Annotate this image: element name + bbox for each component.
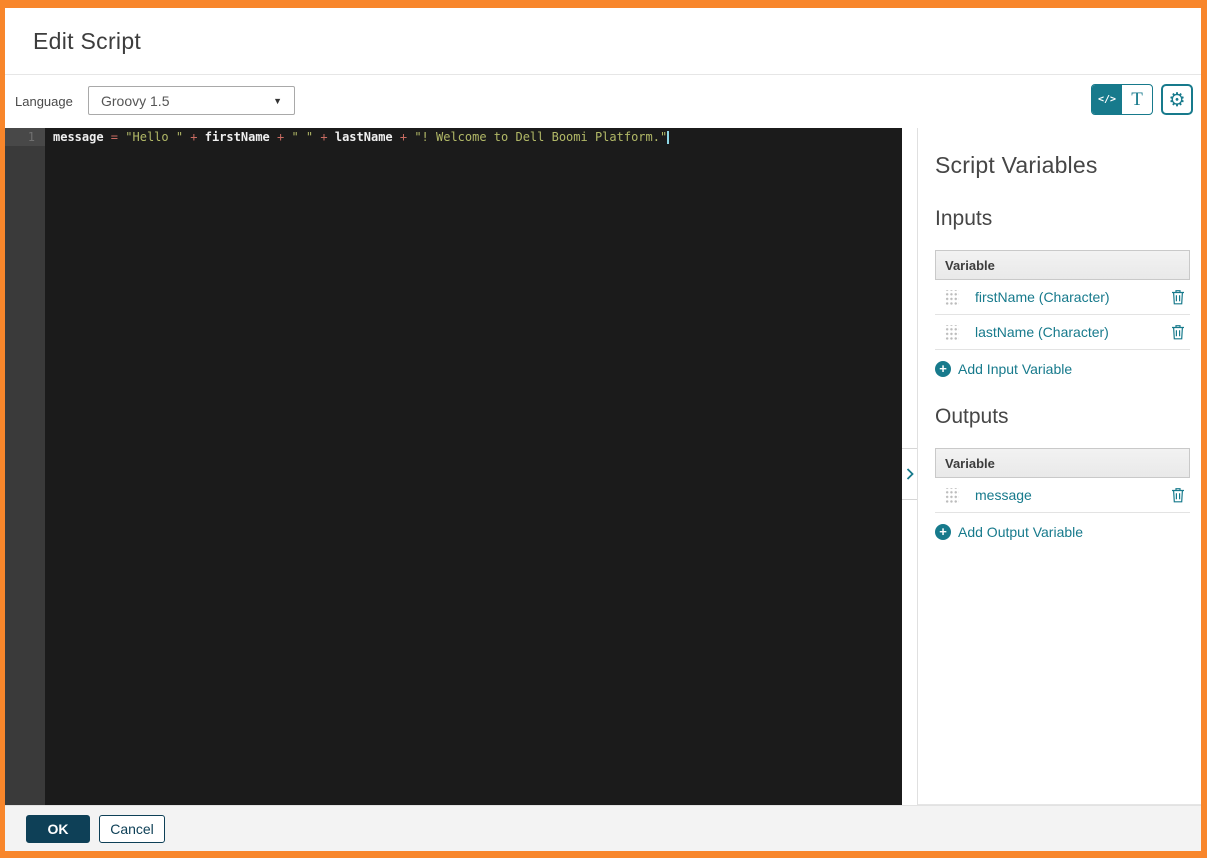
outputs-table: Variable message	[935, 448, 1190, 513]
panel-title: Script Variables	[935, 152, 1098, 178]
editor-gutter: 1	[5, 128, 45, 805]
language-label: Language	[15, 94, 73, 109]
plus-icon: +	[935, 524, 951, 540]
delete-variable-button[interactable]	[1171, 289, 1185, 305]
code-token: "Hello "	[125, 130, 184, 144]
variable-link[interactable]: message	[975, 487, 1032, 503]
code-icon: </>	[1097, 94, 1117, 105]
variable-link[interactable]: firstName (Character)	[975, 289, 1110, 305]
panel-collapse-handle[interactable]	[902, 448, 917, 500]
toolbar: Language Groovy 1.5 ▼ </> T ⚙	[5, 75, 1201, 128]
text-icon: T	[1131, 88, 1143, 110]
code-token: message	[53, 130, 104, 144]
code-token: lastName	[334, 130, 393, 144]
plus-icon: +	[935, 361, 951, 377]
add-output-variable-label: Add Output Variable	[958, 524, 1084, 540]
language-select[interactable]: Groovy 1.5 ▼	[88, 86, 295, 115]
dropdown-arrow-icon: ▼	[273, 95, 282, 106]
text-cursor	[667, 131, 670, 144]
drag-handle-icon[interactable]	[944, 487, 959, 503]
editor-view-toggle: </> T	[1091, 84, 1153, 115]
gear-icon: ⚙	[1168, 88, 1186, 111]
delete-variable-button[interactable]	[1171, 487, 1185, 503]
trash-icon	[1172, 488, 1184, 503]
code-token: +	[313, 130, 335, 144]
language-select-value: Groovy 1.5	[101, 92, 170, 109]
inputs-heading: Inputs	[935, 207, 993, 230]
code-line[interactable]: message = "Hello " + firstName + " " + l…	[45, 128, 902, 146]
inputs-column-header: Variable	[935, 250, 1190, 280]
ok-button[interactable]: OK	[26, 814, 90, 843]
line-number: 1	[5, 128, 45, 146]
text-view-button[interactable]: T	[1122, 85, 1152, 114]
code-token: =	[103, 130, 126, 144]
trash-icon	[1172, 290, 1184, 305]
table-row: message	[935, 478, 1190, 513]
code-token: "! Welcome to Dell Boomi Platform."	[414, 130, 668, 144]
trash-icon	[1172, 325, 1184, 340]
code-token: +	[269, 130, 292, 144]
add-input-variable-label: Add Input Variable	[958, 361, 1073, 377]
code-token: firstName	[204, 130, 270, 144]
code-token: +	[183, 130, 205, 144]
dialog-header: Edit Script	[5, 8, 1201, 75]
code-editor[interactable]: 1 message = "Hello " + firstName + " " +…	[5, 128, 902, 805]
dialog-footer: OK Cancel	[5, 805, 1201, 851]
inputs-table: Variable firstName (Character) lastName …	[935, 250, 1190, 350]
add-output-variable-button[interactable]: + Add Output Variable	[935, 524, 1190, 540]
variable-link[interactable]: lastName (Character)	[975, 324, 1109, 340]
add-input-variable-button[interactable]: + Add Input Variable	[935, 361, 1190, 377]
outputs-column-header: Variable	[935, 448, 1190, 478]
chevron-right-icon	[906, 468, 914, 480]
table-row: firstName (Character)	[935, 280, 1190, 315]
dialog-title: Edit Script	[33, 27, 142, 54]
drag-handle-icon[interactable]	[944, 289, 959, 305]
dialog-accent-border: Edit Script Language Groovy 1.5 ▼ </> T …	[0, 0, 1207, 858]
script-variables-panel: Script Variables Inputs Variable firstNa…	[918, 128, 1201, 805]
outputs-heading: Outputs	[935, 405, 1009, 428]
code-token: " "	[291, 130, 314, 144]
cancel-button[interactable]: Cancel	[99, 814, 165, 843]
panel-collapse-strip	[902, 128, 918, 805]
code-token: +	[392, 130, 415, 144]
settings-button[interactable]: ⚙	[1161, 84, 1193, 115]
code-view-button[interactable]: </>	[1092, 85, 1122, 114]
drag-handle-icon[interactable]	[944, 324, 959, 340]
table-row: lastName (Character)	[935, 315, 1190, 350]
edit-script-dialog: Edit Script Language Groovy 1.5 ▼ </> T …	[5, 8, 1201, 851]
delete-variable-button[interactable]	[1171, 324, 1185, 340]
